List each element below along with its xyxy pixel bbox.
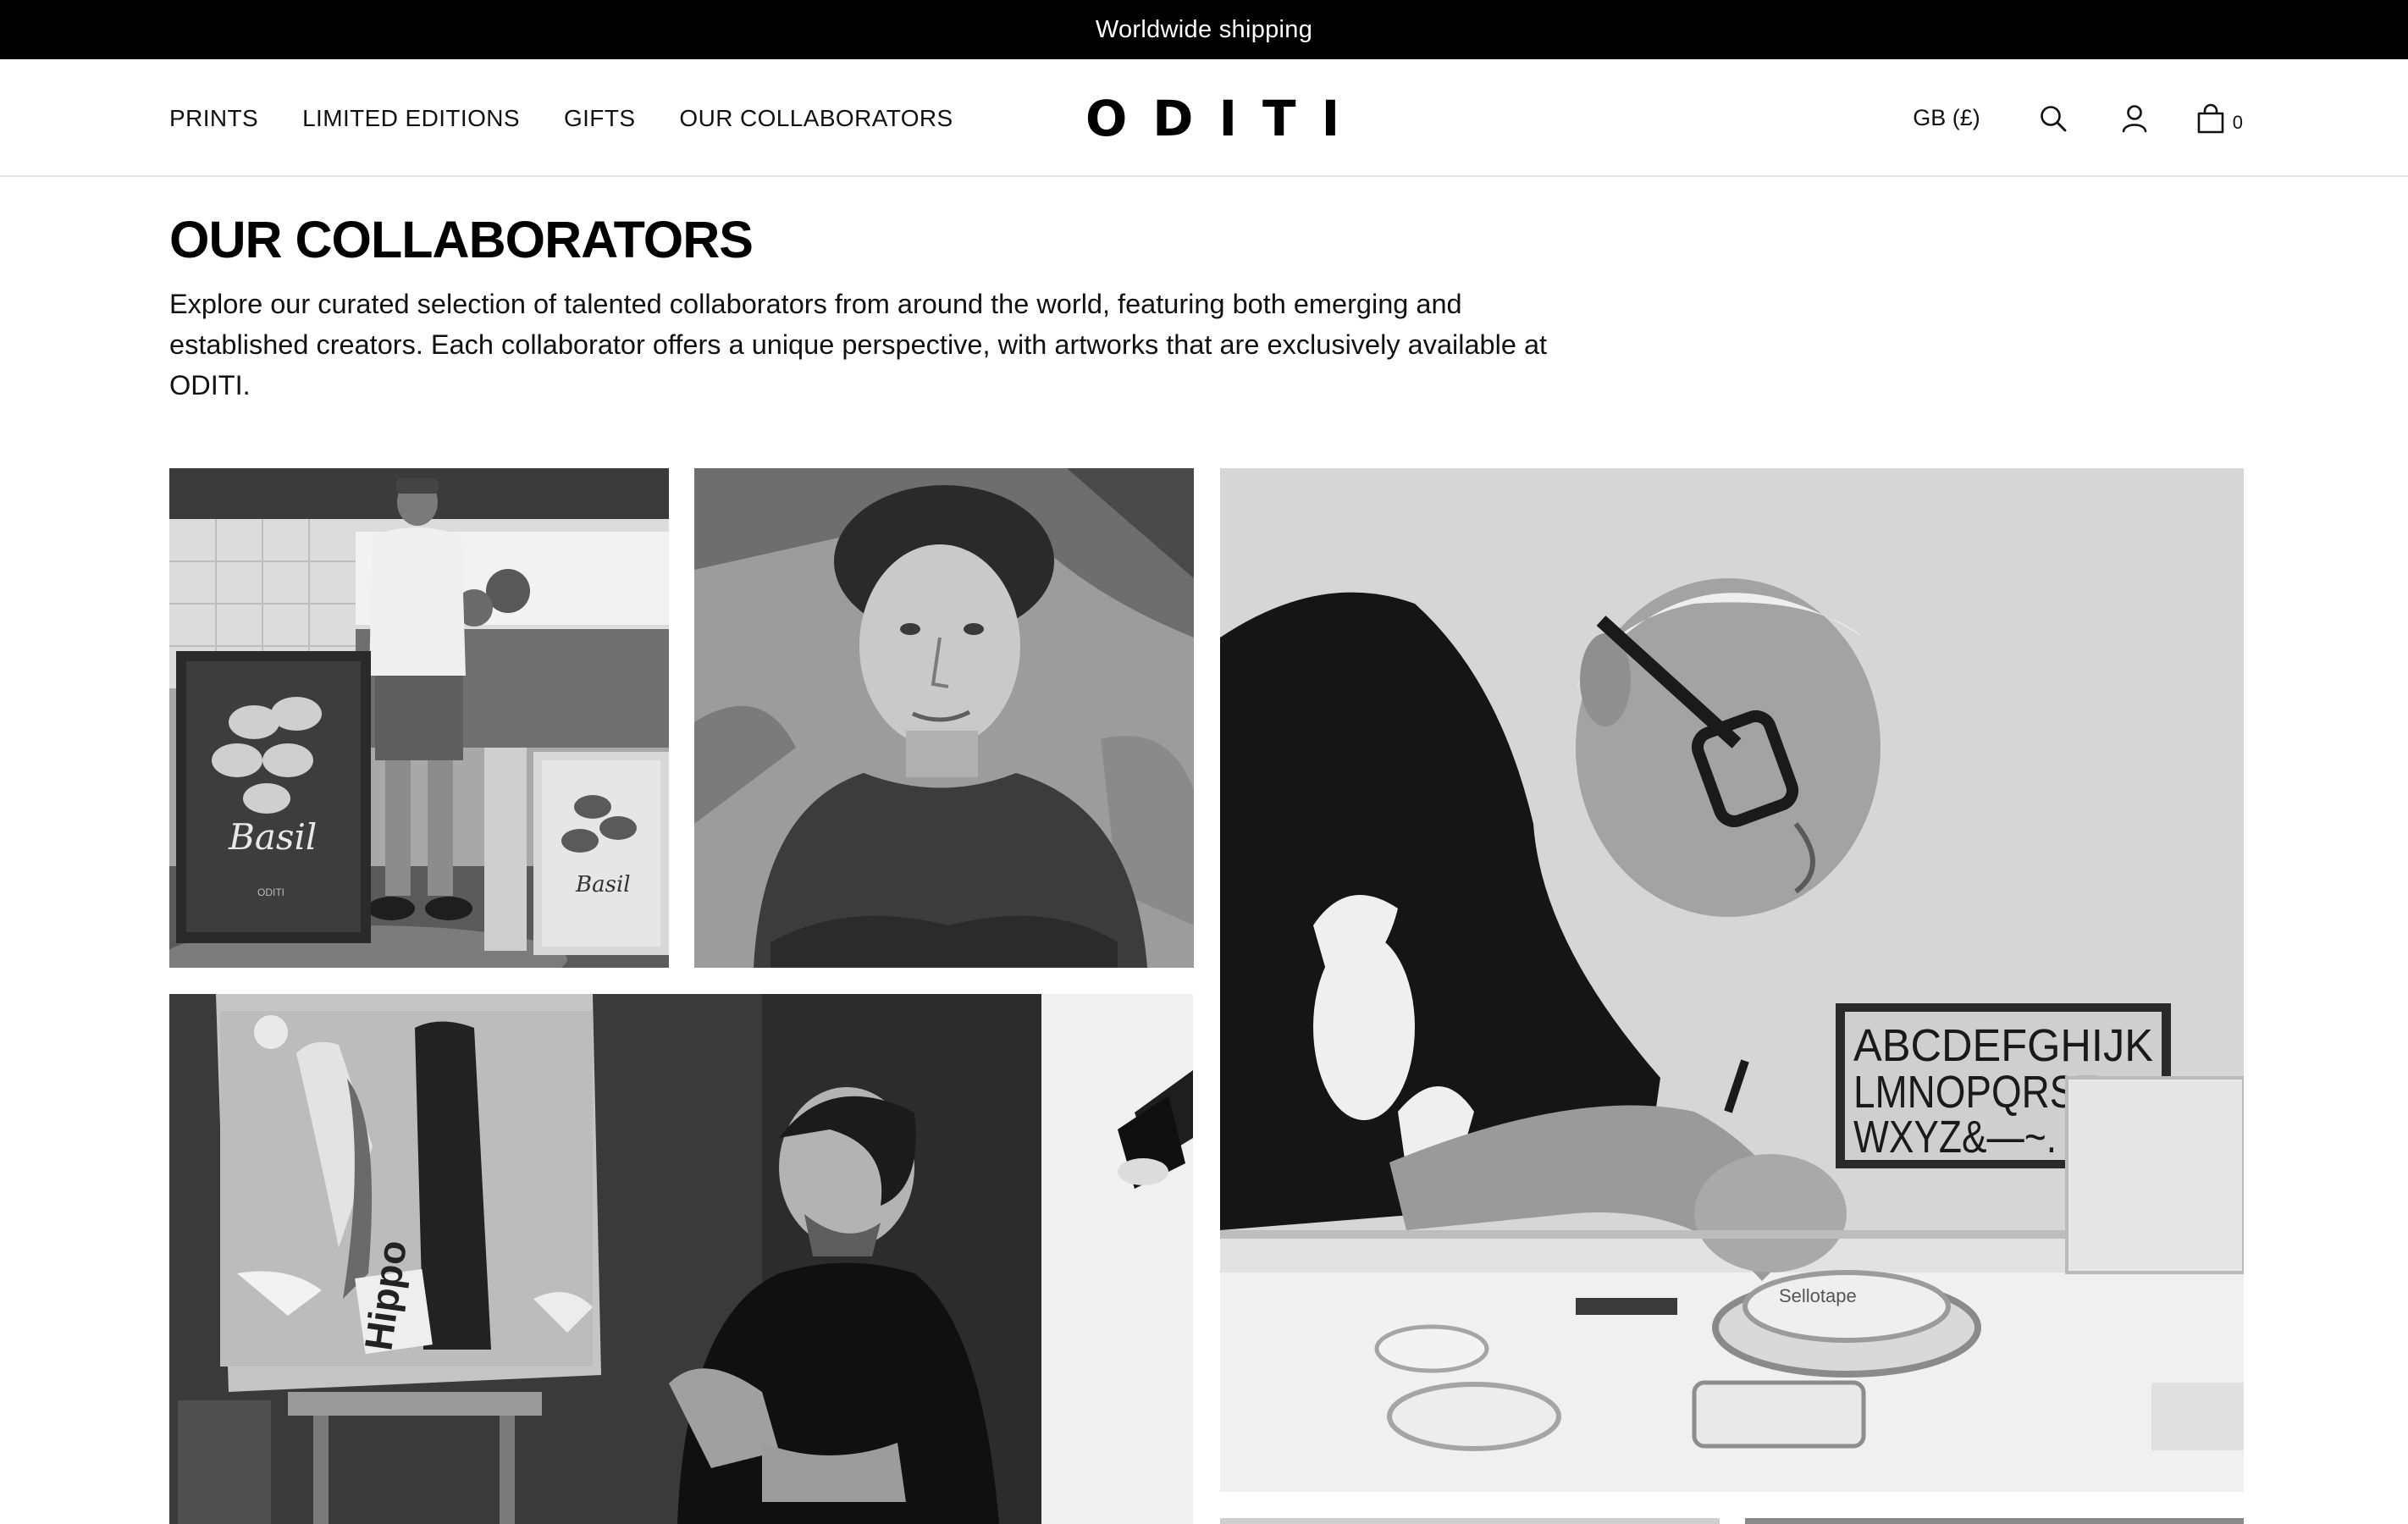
collaborator-card-painter[interactable]: Hippo <box>169 994 1193 1524</box>
cart-count: 0 <box>2232 111 2243 133</box>
collaborator-photo-lettering-artist: ABCDEFGHIJK LMNOPQRSTUV WXYZ&—~. Sellota… <box>1220 468 2244 1492</box>
collaborator-card-next-1[interactable] <box>1220 1518 1720 1524</box>
main-nav: PRINTS LIMITED EDITIONS GIFTS OUR COLLAB… <box>169 59 953 177</box>
nav-item-gifts[interactable]: GIFTS <box>564 105 635 132</box>
lettering-line-3: WXYZ&—~. <box>1853 1112 2057 1162</box>
nav-item-our-collaborators[interactable]: OUR COLLABORATORS <box>679 105 953 132</box>
poster-text-basil: Basil <box>228 816 317 858</box>
page-intro: Explore our curated selection of talente… <box>169 289 1548 400</box>
header-tools: GB (£) 0 <box>1913 59 2243 177</box>
poster-text-oditi: ODITI <box>257 886 284 898</box>
search-icon[interactable] <box>2036 102 2070 135</box>
site-logo[interactable]: ODITI <box>1085 59 1365 177</box>
user-icon[interactable] <box>2118 102 2151 135</box>
announcement-text: Worldwide shipping <box>1095 15 1313 43</box>
collaborator-photo-basil: Basil ODITI Basil <box>169 468 669 968</box>
site-header: PRINTS LIMITED EDITIONS GIFTS OUR COLLAB… <box>0 59 2408 177</box>
announcement-bar: Worldwide shipping <box>0 0 2408 59</box>
poster-text-basil-small: Basil <box>575 872 631 897</box>
nav-item-prints[interactable]: PRINTS <box>169 105 258 132</box>
cart-button[interactable]: 0 <box>2194 102 2243 135</box>
shopping-bag-icon <box>2194 102 2228 135</box>
collaborator-card-lettering-artist[interactable]: ABCDEFGHIJK LMNOPQRSTUV WXYZ&—~. Sellota… <box>1220 468 2244 1492</box>
collaborator-photo-painter: Hippo <box>169 994 1193 1524</box>
currency-selector[interactable]: GB (£) <box>1913 105 1980 131</box>
tape-text: Sellotape <box>1779 1285 1857 1306</box>
collaborator-card-basil[interactable]: Basil ODITI Basil <box>169 468 669 968</box>
collaborator-card-next-2[interactable] <box>1745 1518 2244 1524</box>
page-title: OUR COLLABORATORS <box>169 211 754 268</box>
collaborator-card-portrait[interactable] <box>694 468 1194 968</box>
nav-item-limited-editions[interactable]: LIMITED EDITIONS <box>302 105 520 132</box>
lettering-line-1: ABCDEFGHIJK <box>1853 1020 2153 1071</box>
collaborator-photo-portrait <box>694 468 1194 968</box>
